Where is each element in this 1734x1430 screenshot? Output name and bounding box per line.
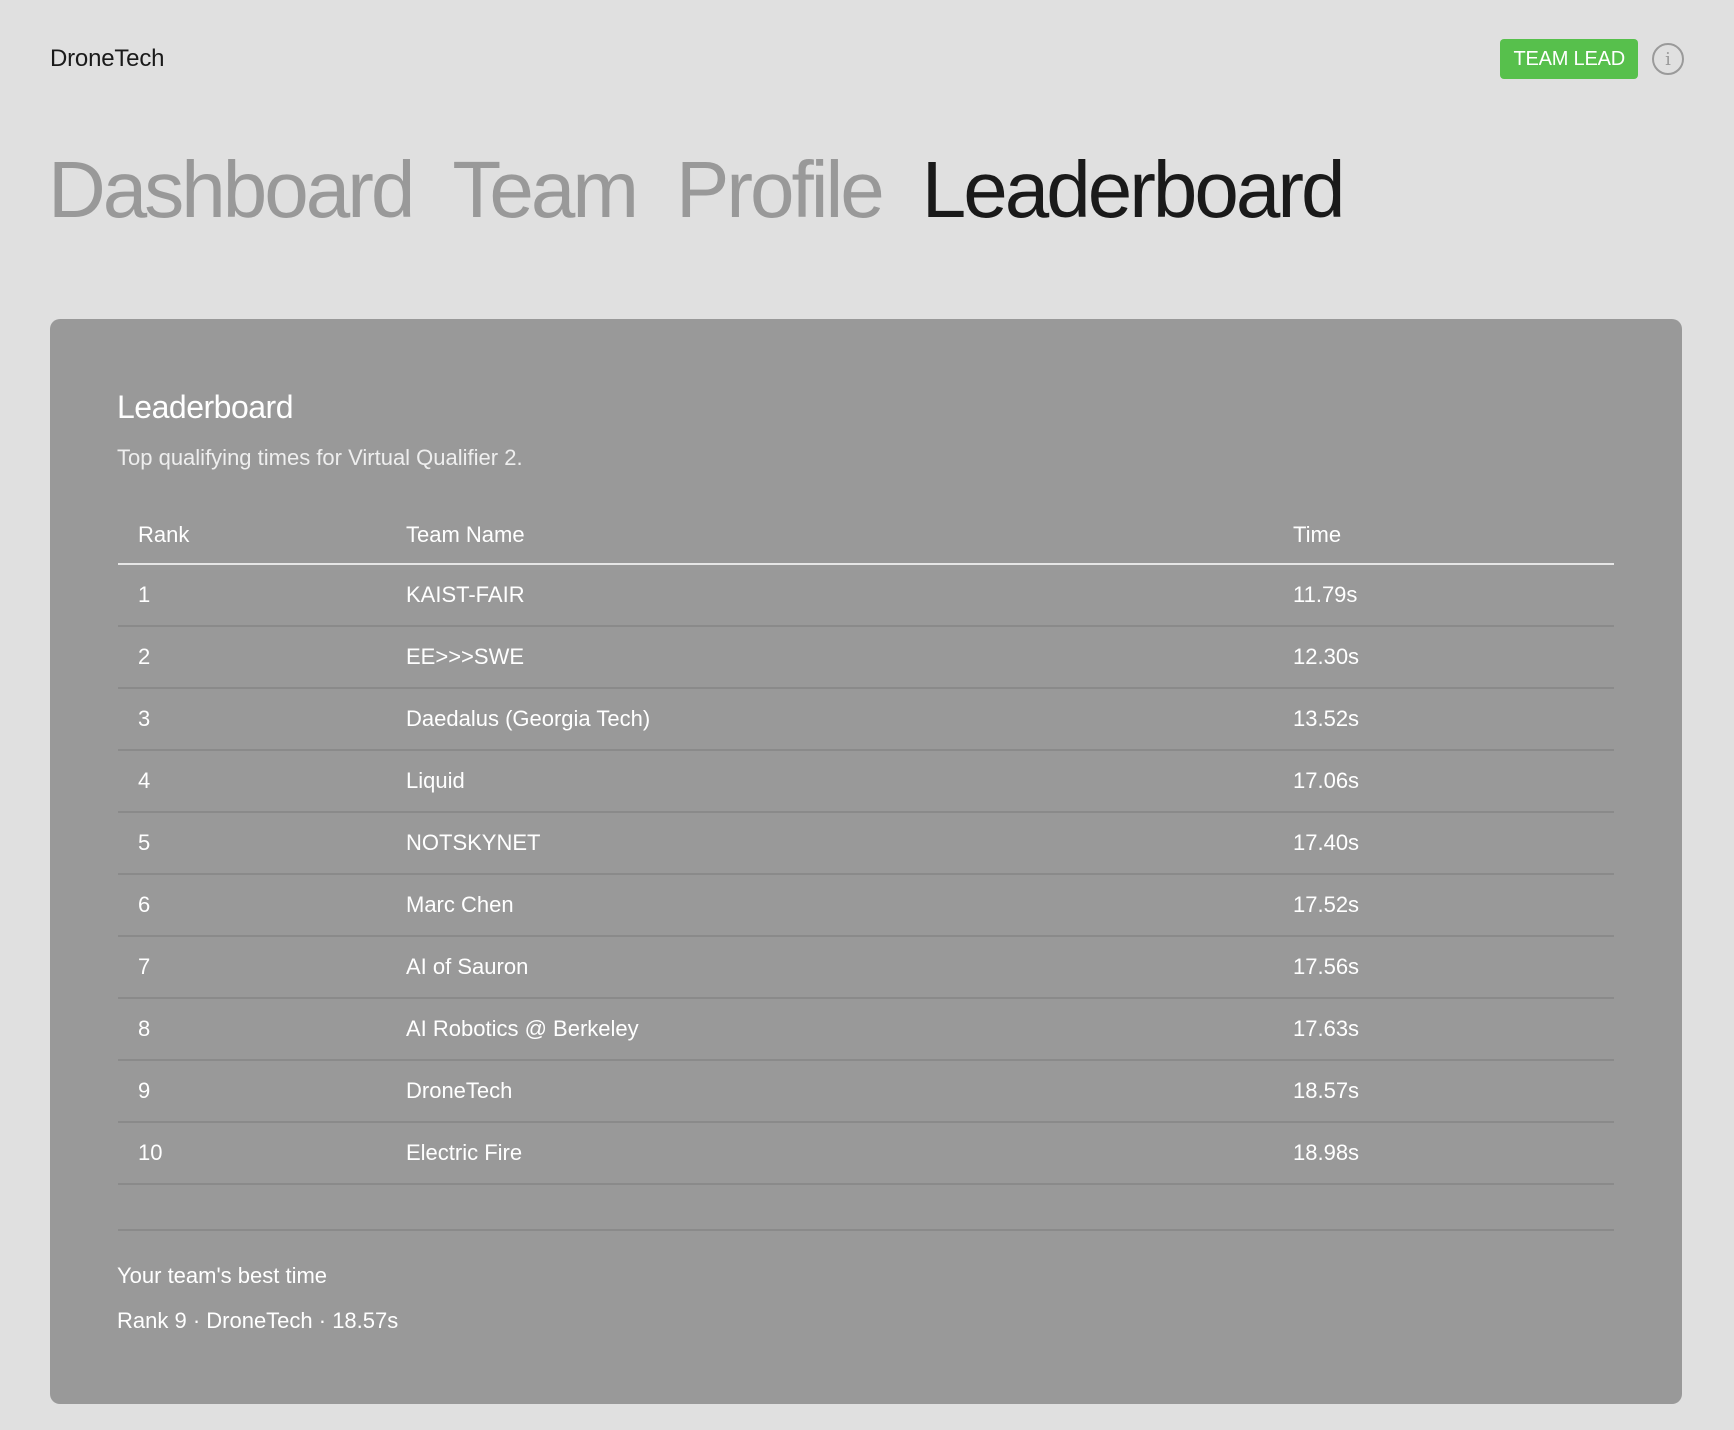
rank-cell: 4 <box>138 768 151 793</box>
team-name-cell: AI Robotics @ Berkeley <box>406 1016 639 1041</box>
rank-cell: 7 <box>138 954 151 979</box>
rank-cell: 1 <box>138 582 151 607</box>
time-cell: 13.52s <box>1293 706 1360 731</box>
best-time-label: Your team's best time <box>117 1263 328 1288</box>
leaderboard-table: Rank Team Name Time 1 KAIST-FAIR 11.79s … <box>118 507 1614 1185</box>
team-name-cell: EE>>>SWE <box>406 644 525 669</box>
team-name-cell: NOTSKYNET <box>406 830 541 855</box>
team-name-cell: Daedalus (Georgia Tech) <box>406 706 651 731</box>
rank-cell: 2 <box>138 644 151 669</box>
rank-cell: 6 <box>138 892 151 917</box>
table-row: 9 DroneTech 18.57s <box>118 1061 1614 1123</box>
top-bar: DroneTech TEAM LEAD i <box>50 38 1684 80</box>
time-cell: 18.57s <box>1293 1078 1360 1103</box>
panel-title: Leaderboard <box>117 389 293 425</box>
time-cell: 17.52s <box>1293 892 1360 917</box>
best-time-value: Rank 9 · DroneTech · 18.57s <box>117 1308 399 1333</box>
table-row: 8 AI Robotics @ Berkeley 17.63s <box>118 999 1614 1061</box>
time-cell: 17.40s <box>1293 830 1360 855</box>
time-cell: 11.79s <box>1293 582 1358 607</box>
column-header-rank: Rank <box>138 522 190 547</box>
time-cell: 17.56s <box>1293 954 1360 979</box>
role-badge: TEAM LEAD <box>1500 39 1638 79</box>
table-row: 7 AI of Sauron 17.56s <box>118 937 1614 999</box>
table-row: 2 EE>>>SWE 12.30s <box>118 627 1614 689</box>
nav-profile[interactable]: Profile <box>676 150 885 230</box>
rank-cell: 5 <box>138 830 151 855</box>
info-icon[interactable]: i <box>1652 43 1684 75</box>
brand-name: DroneTech <box>50 45 165 72</box>
table-row: 3 Daedalus (Georgia Tech) 13.52s <box>118 689 1614 751</box>
time-cell: 18.98s <box>1293 1140 1360 1165</box>
panel-subtitle: Top qualifying times for Virtual Qualifi… <box>117 445 523 470</box>
column-header-team-name: Team Name <box>406 522 525 547</box>
table-row: 10 Electric Fire 18.98s <box>118 1123 1614 1185</box>
table-row: 6 Marc Chen 17.52s <box>118 875 1614 937</box>
rank-cell: 9 <box>138 1078 151 1103</box>
team-name-cell: DroneTech <box>406 1078 513 1103</box>
table-row: 4 Liquid 17.06s <box>118 751 1614 813</box>
table-header: Rank Team Name Time <box>118 507 1614 565</box>
column-header-time: Time <box>1293 522 1342 547</box>
time-cell: 17.06s <box>1293 768 1360 793</box>
table-row: 1 KAIST-FAIR 11.79s <box>118 565 1614 627</box>
team-name-cell: Electric Fire <box>406 1140 523 1165</box>
footer-divider <box>118 1229 1614 1231</box>
main-nav: Dashboard Team Profile Leaderboard <box>48 150 1346 230</box>
table-row: 5 NOTSKYNET 17.40s <box>118 813 1614 875</box>
team-name-cell: KAIST-FAIR <box>406 582 525 607</box>
top-bar-right: TEAM LEAD i <box>1500 39 1684 79</box>
team-name-cell: Liquid <box>406 768 465 793</box>
leaderboard-panel: Leaderboard Top qualifying times for Vir… <box>50 319 1682 1404</box>
time-cell: 17.63s <box>1293 1016 1360 1041</box>
team-name-cell: Marc Chen <box>406 892 514 917</box>
time-cell: 12.30s <box>1293 644 1360 669</box>
nav-dashboard[interactable]: Dashboard <box>48 150 415 230</box>
nav-team[interactable]: Team <box>452 150 639 230</box>
rank-cell: 3 <box>138 706 151 731</box>
team-name-cell: AI of Sauron <box>406 954 529 979</box>
nav-leaderboard[interactable]: Leaderboard <box>922 150 1346 230</box>
rank-cell: 8 <box>138 1016 151 1041</box>
rank-cell: 10 <box>138 1140 163 1165</box>
